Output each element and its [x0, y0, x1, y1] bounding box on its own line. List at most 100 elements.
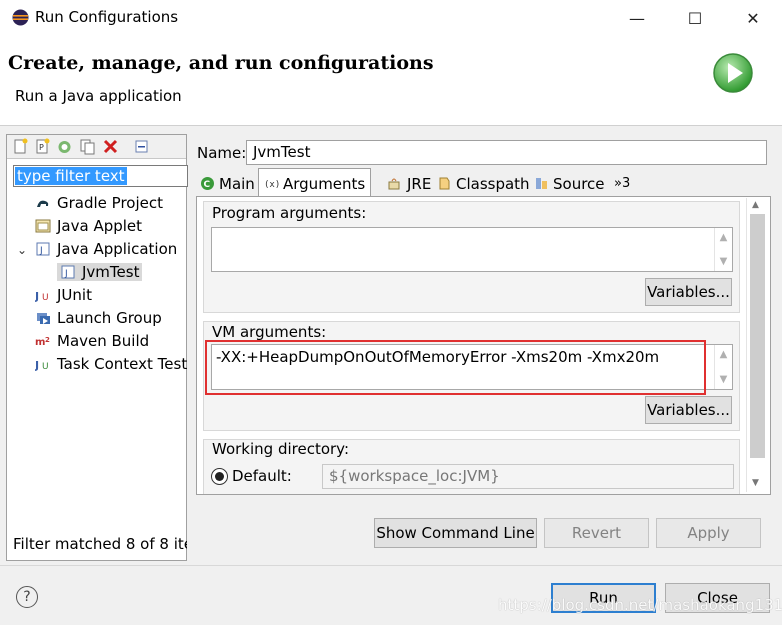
name-label: Name:: [197, 144, 247, 162]
classpath-tab-icon: [439, 177, 450, 190]
tab-label: Arguments: [283, 174, 366, 193]
scroll-up-icon[interactable]: ▲: [752, 200, 759, 210]
dialog-header: Create, manage, and run configurations R…: [0, 36, 782, 126]
tree-item-label: Java Application: [57, 240, 178, 258]
program-variables-button[interactable]: Variables...: [645, 278, 732, 306]
scroll-down-icon: ▼: [719, 256, 728, 267]
tab-label: Source: [553, 174, 605, 193]
title-bar: Run Configurations — ☐ ✕: [0, 0, 782, 36]
scrollbar-thumb[interactable]: [750, 214, 765, 458]
close-window-button[interactable]: ✕: [724, 0, 782, 36]
java-file-icon: J: [61, 265, 75, 279]
scroll-down-icon: ▼: [719, 374, 728, 385]
show-command-line-button[interactable]: Show Command Line: [374, 518, 537, 548]
tree-item-maven-build[interactable]: m 2 Maven Build: [35, 330, 149, 352]
watermark-text: https://blog.csdn.net/mashaokang1314: [498, 596, 782, 614]
delete-configuration-icon[interactable]: [102, 138, 119, 155]
jre-tab-icon: [388, 178, 400, 190]
collapse-all-icon[interactable]: [133, 138, 150, 155]
vm-arguments-scrollbar[interactable]: ▲ ▼: [714, 345, 732, 389]
help-icon[interactable]: ?: [16, 586, 38, 608]
svg-text:2: 2: [45, 336, 50, 344]
tree-item-launch-group[interactable]: Launch Group: [35, 307, 162, 329]
filter-input[interactable]: type filter text: [13, 165, 188, 187]
header-title: Create, manage, and run configurations: [8, 52, 434, 74]
configuration-list-pane: P type filter text Gradle Project Java A…: [6, 134, 188, 561]
program-arguments-group: Program arguments: ▲ ▼ Variables...: [203, 201, 740, 313]
svg-text:m: m: [35, 337, 45, 348]
default-radio[interactable]: [211, 468, 228, 485]
tab-label: Classpath: [456, 174, 530, 193]
run-icon: [713, 53, 753, 93]
arguments-panel-scrollbar[interactable]: ▲ ▼: [746, 198, 768, 492]
svg-text:C: C: [204, 180, 211, 190]
svg-text:P: P: [39, 143, 44, 152]
maximize-button[interactable]: ☐: [666, 0, 724, 36]
footer-divider: [0, 565, 782, 566]
tree-item-java-applet[interactable]: Java Applet: [35, 215, 142, 237]
tab-strip: C Main (x) Arguments JRE Classpath Source …: [195, 168, 771, 198]
selected-tree-item[interactable]: J JvmTest: [57, 263, 143, 281]
scroll-up-icon: ▲: [719, 349, 728, 360]
tab-source[interactable]: Source: [529, 170, 610, 197]
tab-classpath[interactable]: Classpath: [432, 170, 535, 197]
export-configuration-icon[interactable]: [56, 138, 73, 155]
svg-text:J: J: [64, 269, 68, 279]
tree-item-gradle-project[interactable]: Gradle Project: [35, 192, 163, 214]
window-title: Run Configurations: [35, 8, 179, 26]
tab-label: JRE: [407, 174, 432, 193]
minimize-button[interactable]: —: [608, 0, 666, 36]
svg-text:J: J: [39, 246, 43, 256]
new-configuration-icon[interactable]: [12, 138, 29, 155]
chevron-down-icon[interactable]: ⌄: [17, 239, 29, 261]
source-tab-icon: [536, 178, 547, 189]
apply-button[interactable]: Apply: [656, 518, 761, 548]
radio-dot: [215, 472, 224, 481]
tree-item-label: Task Context Test: [57, 355, 188, 373]
duplicate-configuration-icon[interactable]: [79, 138, 96, 155]
maven-icon: m2: [35, 336, 50, 348]
svg-text:U: U: [42, 293, 49, 303]
tree-item-label: JUnit: [57, 286, 92, 304]
new-prototype-icon[interactable]: P: [34, 138, 51, 155]
vm-arguments-label: VM arguments:: [212, 323, 327, 341]
tree-item-label: Gradle Project: [57, 194, 163, 212]
tab-main[interactable]: C Main: [195, 170, 260, 197]
launch-group-icon: [37, 313, 50, 324]
filter-placeholder: type filter text: [15, 167, 127, 185]
vm-arguments-highlight: [205, 340, 706, 395]
tree-item-task-context-test[interactable]: J U Task Context Test: [35, 353, 187, 375]
tab-jre[interactable]: JRE: [383, 170, 436, 197]
tree-item-label: Launch Group: [57, 309, 162, 327]
svg-text:(x): (x): [264, 180, 279, 190]
program-arguments-scrollbar[interactable]: ▲ ▼: [714, 228, 732, 271]
program-arguments-input[interactable]: ▲ ▼: [211, 227, 733, 272]
tree-item-label: Java Applet: [57, 217, 143, 235]
task-context-icon: JU: [35, 359, 49, 372]
default-directory-field: ${workspace_loc:JVM}: [322, 464, 734, 489]
main-tab-icon: C: [201, 177, 214, 190]
java-applet-icon: [35, 219, 51, 233]
tree-item-java-application[interactable]: ⌄ J Java Application: [17, 238, 177, 260]
default-label: Default:: [232, 467, 292, 485]
tab-arguments[interactable]: (x) Arguments: [258, 168, 372, 198]
arguments-tab-icon: (x): [264, 180, 279, 190]
scroll-down-icon[interactable]: ▼: [752, 478, 759, 488]
name-input[interactable]: JvmTest: [246, 140, 767, 165]
svg-text:U: U: [42, 362, 49, 372]
program-arguments-label: Program arguments:: [212, 204, 367, 222]
scroll-up-icon: ▲: [719, 232, 728, 243]
tree-item-junit[interactable]: J U JUnit: [35, 284, 92, 306]
tab-label: Main: [219, 174, 255, 193]
junit-icon: JU: [35, 290, 49, 303]
tree-item-label: Maven Build: [57, 332, 150, 350]
tab-overflow[interactable]: »3: [609, 170, 635, 197]
vm-variables-button[interactable]: Variables...: [645, 396, 732, 424]
svg-text:J: J: [35, 359, 39, 372]
svg-text:J: J: [35, 290, 39, 303]
configuration-toolbar: P: [7, 135, 186, 159]
revert-button[interactable]: Revert: [544, 518, 649, 548]
tree-item-jvmtest[interactable]: J JvmTest: [57, 261, 143, 283]
tree-item-label: JvmTest: [82, 263, 140, 281]
eclipse-icon: [12, 9, 29, 26]
